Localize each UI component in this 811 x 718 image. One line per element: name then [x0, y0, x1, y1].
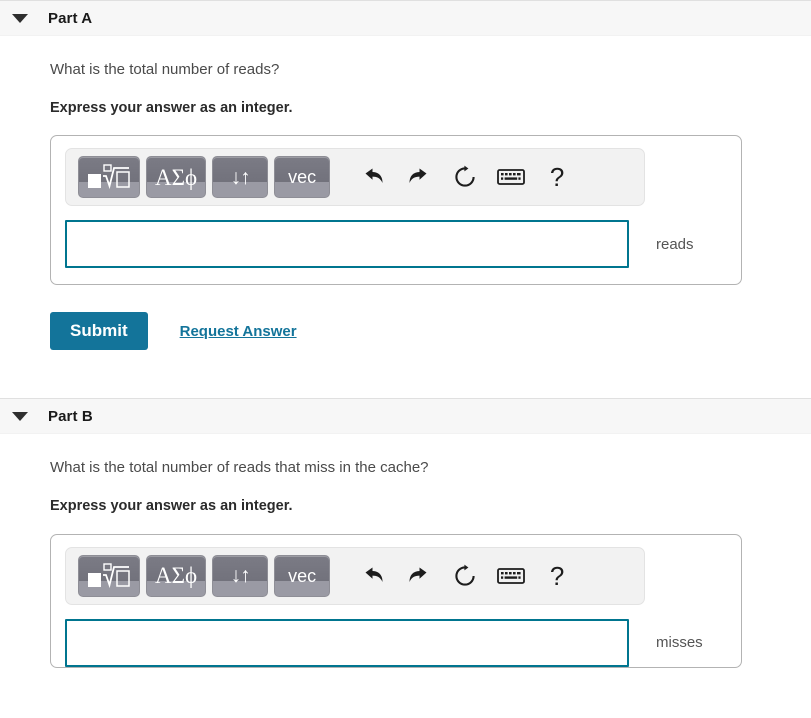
- redo-icon: [407, 565, 431, 587]
- part-b-header[interactable]: Part B: [0, 398, 811, 435]
- reset-icon: [453, 564, 477, 588]
- part-a-math-toolbar: ΑΣϕ ↓↑ vec ?: [65, 148, 645, 207]
- help-button[interactable]: ?: [534, 555, 580, 597]
- reset-button[interactable]: [442, 156, 488, 198]
- updown-arrows-icon: ↓↑: [230, 165, 251, 189]
- updown-arrows-button[interactable]: ↓↑: [212, 156, 269, 199]
- part-a-input-row: reads: [65, 220, 727, 269]
- redo-button[interactable]: [396, 156, 442, 198]
- math-template-icon: [87, 164, 131, 190]
- keyboard-button[interactable]: [488, 555, 534, 597]
- part-a-title: Part A: [48, 9, 93, 27]
- part-b-input-row: misses: [65, 618, 727, 667]
- part-b-instruction: Express your answer as an integer.: [50, 497, 293, 514]
- part-b-answer-container: ΑΣϕ ↓↑ vec ? misses: [50, 533, 742, 668]
- keyboard-button[interactable]: [488, 156, 534, 198]
- part-b-icon-group: ?: [350, 555, 580, 597]
- undo-icon: [361, 565, 385, 587]
- part-b-answer-input[interactable]: [65, 618, 629, 667]
- greek-letters-icon: ΑΣϕ: [155, 563, 198, 589]
- redo-button[interactable]: [396, 555, 442, 597]
- problem-page: Part A What is the total number of reads…: [0, 0, 811, 718]
- greek-letters-button[interactable]: ΑΣϕ: [146, 554, 207, 597]
- keyboard-icon: [497, 566, 526, 586]
- part-a-question: What is the total number of reads?: [50, 61, 280, 78]
- keyboard-icon: [497, 167, 526, 187]
- help-button[interactable]: ?: [534, 156, 580, 198]
- part-a-answer-input[interactable]: [65, 220, 629, 269]
- undo-icon: [361, 166, 385, 188]
- undo-button[interactable]: [350, 555, 396, 597]
- reset-icon: [453, 165, 477, 189]
- part-a-unit-label: reads: [656, 235, 694, 253]
- part-b-math-toolbar: ΑΣϕ ↓↑ vec ?: [65, 546, 645, 605]
- undo-button[interactable]: [350, 156, 396, 198]
- part-b-question: What is the total number of reads that m…: [50, 459, 429, 477]
- part-b-title: Part B: [48, 407, 93, 425]
- updown-arrows-button[interactable]: ↓↑: [212, 554, 269, 597]
- caret-down-icon[interactable]: [12, 13, 28, 23]
- greek-letters-button[interactable]: ΑΣϕ: [146, 156, 207, 199]
- section-spacer: [0, 350, 811, 399]
- vector-icon: vec: [288, 565, 317, 586]
- math-template-button[interactable]: [78, 554, 140, 597]
- submit-button[interactable]: Submit: [50, 312, 148, 351]
- part-a-answer-container: ΑΣϕ ↓↑ vec ? reads: [50, 135, 742, 286]
- redo-icon: [407, 166, 431, 188]
- math-template-button[interactable]: [78, 156, 140, 199]
- part-a-icon-group: ?: [350, 156, 580, 198]
- reset-button[interactable]: [442, 555, 488, 597]
- help-icon: ?: [549, 560, 565, 591]
- vector-icon: vec: [288, 167, 317, 188]
- part-b-unit-label: misses: [656, 634, 703, 652]
- math-template-icon: [87, 562, 131, 589]
- part-a-body: What is the total number of reads? Expre…: [0, 60, 811, 351]
- request-answer-link[interactable]: Request Answer: [180, 323, 297, 340]
- part-b-body: What is the total number of reads that m…: [0, 458, 811, 668]
- vector-button[interactable]: vec: [274, 554, 331, 597]
- part-a-header[interactable]: Part A: [0, 0, 811, 36]
- part-a-instruction: Express your answer as an integer.: [50, 99, 293, 116]
- updown-arrows-icon: ↓↑: [230, 564, 251, 588]
- caret-down-icon[interactable]: [12, 411, 28, 421]
- help-icon: ?: [549, 162, 565, 193]
- part-a-actions: Submit Request Answer: [50, 312, 811, 351]
- greek-letters-icon: ΑΣϕ: [155, 164, 198, 190]
- vector-button[interactable]: vec: [274, 156, 331, 199]
